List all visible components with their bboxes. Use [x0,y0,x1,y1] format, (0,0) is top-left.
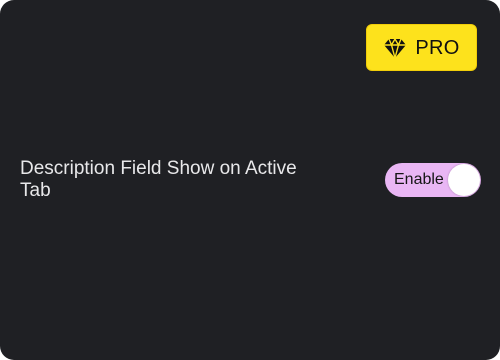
toggle-knob[interactable] [448,164,480,196]
pro-badge-label: PRO [415,37,460,59]
enable-toggle[interactable]: Enable [385,163,481,197]
pro-badge[interactable]: PRO [366,24,477,71]
setting-label: Description Field Show on Active Tab [20,158,297,201]
toggle-label: Enable [394,171,444,188]
diamond-icon [383,36,407,60]
settings-panel: PRO Description Field Show on Active Tab… [0,0,500,360]
